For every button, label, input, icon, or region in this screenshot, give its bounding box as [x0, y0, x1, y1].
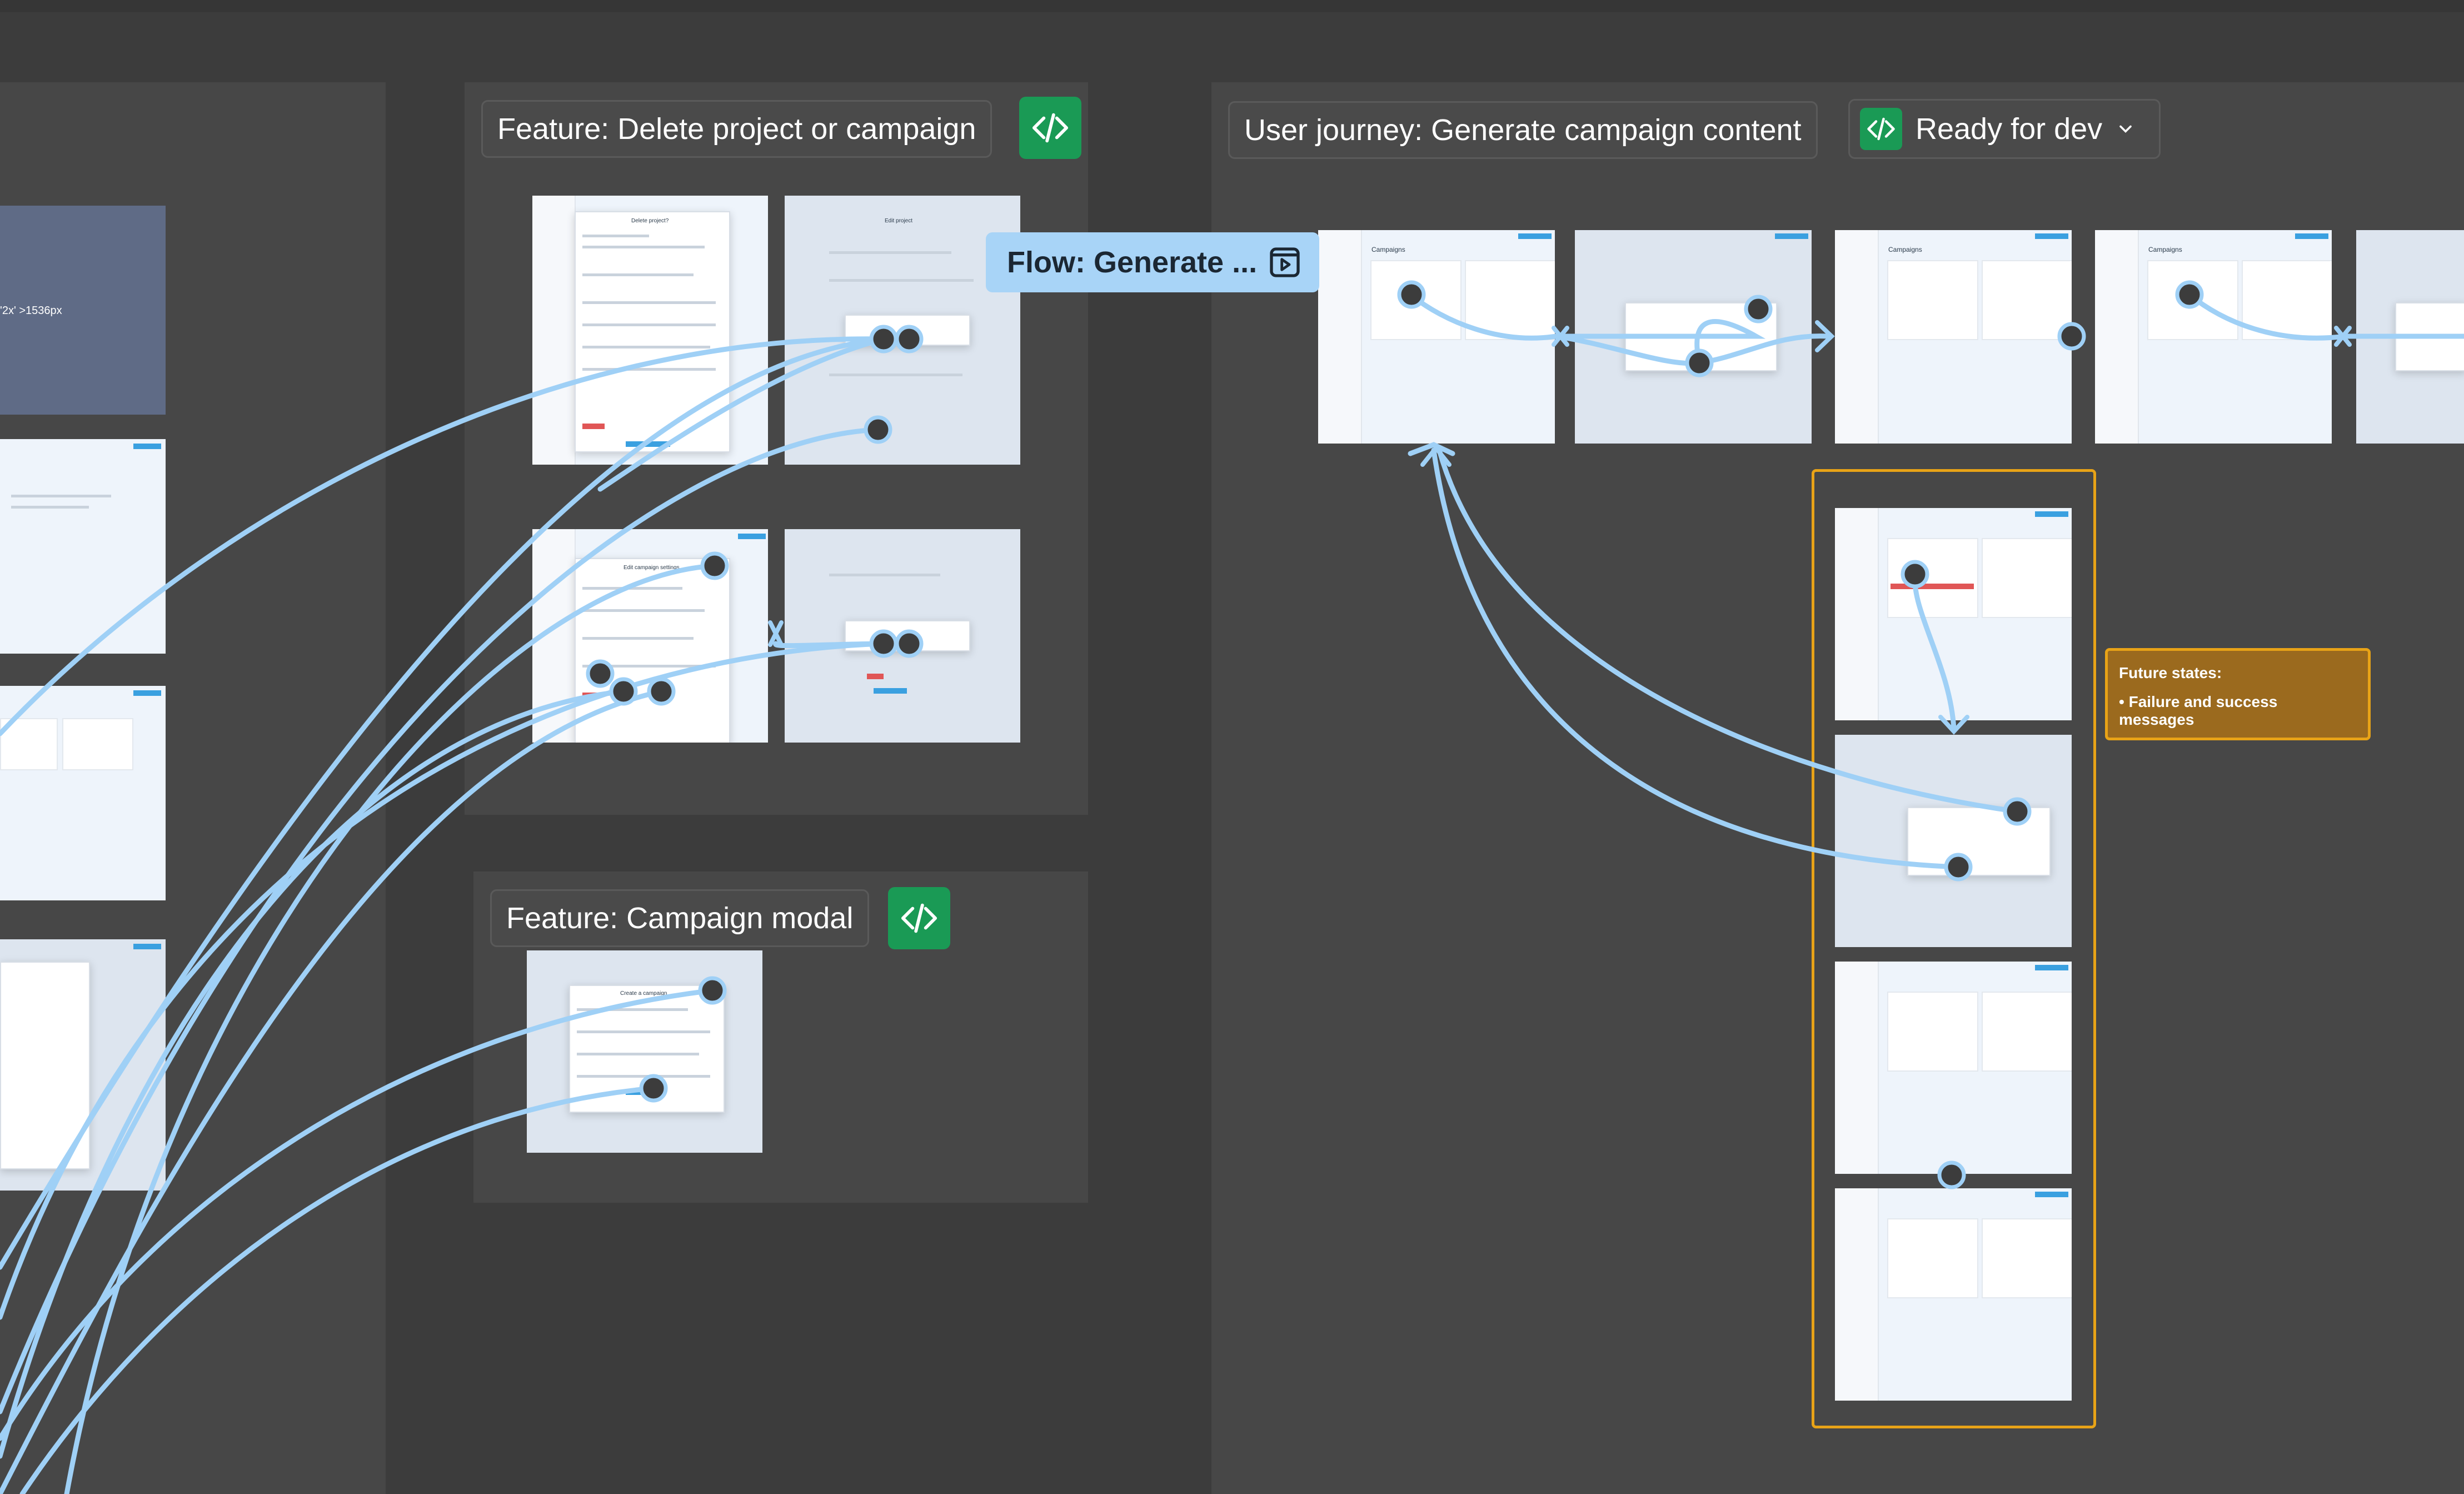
canvas-top-bar: [0, 0, 2464, 12]
edit-modal-title: Edit campaign settings: [624, 565, 680, 571]
note-bullet: Failure and success messages: [2119, 693, 2278, 728]
journey-frame-4[interactable]: Campaigns: [2095, 230, 2332, 444]
left-frame-3[interactable]: [0, 686, 166, 900]
left-frame-size-text: '2x' >1536px: [0, 305, 62, 317]
journey-title[interactable]: User journey: Generate campaign content: [1228, 101, 1818, 159]
future-frame-2[interactable]: [1835, 735, 2072, 947]
chevron-down-icon: [2119, 125, 2132, 133]
journey-frame-5[interactable]: [2356, 230, 2464, 444]
journey-frame-3[interactable]: Campaigns: [1835, 230, 2072, 444]
create-campaign-title: Create a campaign: [620, 990, 667, 997]
code-icon: [1032, 113, 1069, 143]
play-frame-icon[interactable]: [1267, 245, 1303, 280]
campaigns-heading: Campaigns: [1888, 246, 1922, 253]
future-frame-3[interactable]: [1835, 962, 2072, 1174]
delete-frame-4[interactable]: [785, 529, 1020, 743]
campaign-modal-frame[interactable]: Create a campaign: [527, 950, 762, 1153]
note-title: Future states:: [2119, 664, 2222, 681]
future-frame-4[interactable]: [1835, 1188, 2072, 1401]
campaign-modal-title[interactable]: Feature: Campaign modal: [490, 889, 870, 947]
code-icon: [901, 903, 937, 933]
status-label: Ready for dev: [1916, 112, 2103, 146]
code-icon: [1860, 108, 1902, 150]
left-frame-4[interactable]: [0, 939, 166, 1191]
delete-feature-dev-button[interactable]: [1019, 97, 1081, 159]
flow-label: Flow: Generate ...: [1007, 246, 1258, 279]
delete-frame-1[interactable]: Delete project?: [532, 196, 768, 465]
delete-frame-2[interactable]: Edit project: [785, 196, 1020, 465]
future-frame-1[interactable]: [1835, 508, 2072, 720]
status-selector[interactable]: Ready for dev: [1848, 99, 2161, 159]
campaign-modal-dev-button[interactable]: [888, 887, 950, 949]
delete-modal-title: Delete project?: [631, 218, 669, 224]
left-frame-2[interactable]: [0, 439, 166, 654]
flow-starting-point[interactable]: Flow: Generate ...: [986, 232, 1319, 292]
delete-feature-title[interactable]: Feature: Delete project or campaign: [481, 100, 992, 158]
journey-frame-1[interactable]: Campaigns: [1318, 230, 1555, 444]
campaigns-heading: Campaigns: [2148, 246, 2182, 253]
campaigns-heading: Campaigns: [1371, 246, 1405, 253]
delete-frame2-title: Edit project: [885, 218, 913, 224]
delete-frame-3[interactable]: Edit campaign settings: [532, 529, 768, 743]
journey-frame-2[interactable]: [1575, 230, 1812, 444]
future-states-note[interactable]: Future states: • Failure and success mes…: [2105, 648, 2371, 740]
